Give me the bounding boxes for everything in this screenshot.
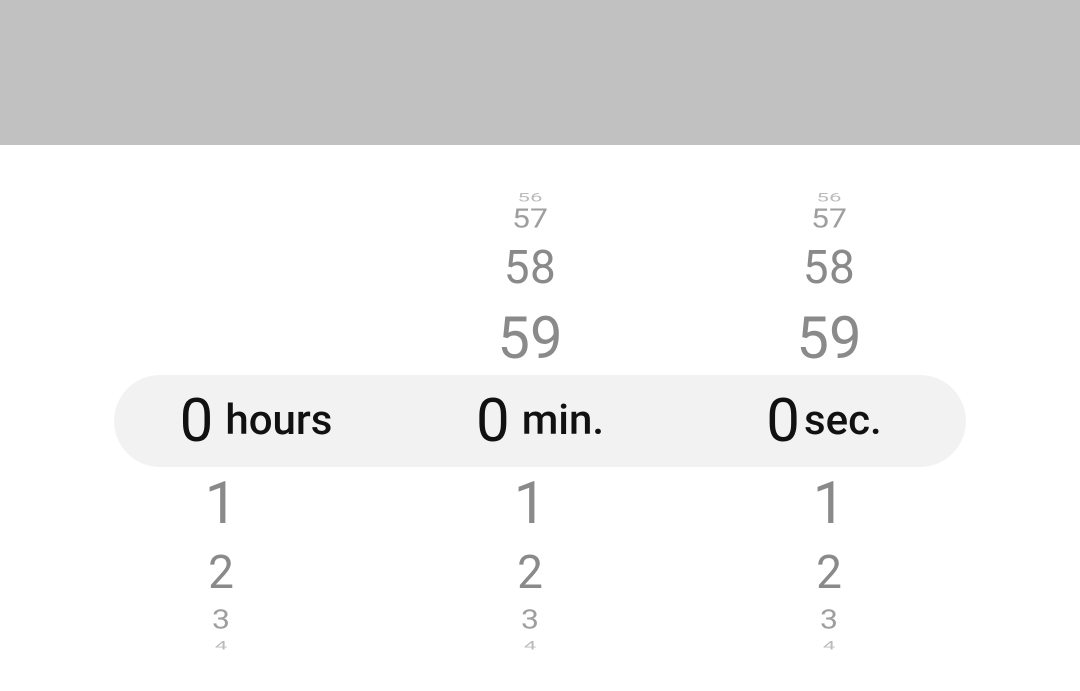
hours-selected[interactable]: 0 hours xyxy=(114,375,398,467)
picker-value: 1 xyxy=(161,475,281,533)
picker-value: 1 xyxy=(769,475,889,533)
picker-value: 3 xyxy=(470,605,590,632)
picker-value: 57 xyxy=(769,204,889,231)
seconds-label: sec. xyxy=(804,400,882,442)
picker-value: 3 xyxy=(769,605,889,632)
hours-label: hours xyxy=(225,400,332,442)
picker-value: 1 xyxy=(470,475,590,533)
picker-value: 58 xyxy=(470,245,590,291)
picker-value: 59 xyxy=(470,310,590,368)
time-picker: 1 2 3 4 56 57 58 59 1 2 3 4 56 57 58 59 … xyxy=(0,145,1080,691)
hours-value: 0 xyxy=(180,391,214,451)
picker-value: 2 xyxy=(470,550,590,596)
picker-value: 4 xyxy=(769,640,889,652)
minutes-selected[interactable]: 0 min. xyxy=(398,375,682,467)
minutes-label: min. xyxy=(522,400,604,442)
picker-value: 58 xyxy=(769,245,889,291)
picker-value: 57 xyxy=(470,204,590,231)
seconds-selected[interactable]: 0 sec. xyxy=(682,375,966,467)
seconds-value: 0 xyxy=(766,391,800,451)
picker-value: 2 xyxy=(161,550,281,596)
picker-value: 59 xyxy=(769,310,889,368)
selection-row: 0 hours 0 min. 0 sec. xyxy=(114,375,966,467)
picker-value: 4 xyxy=(161,640,281,652)
picker-value: 3 xyxy=(161,605,281,632)
picker-value: 2 xyxy=(769,550,889,596)
minutes-value: 0 xyxy=(476,391,510,451)
top-bar xyxy=(0,0,1080,145)
picker-value: 4 xyxy=(470,640,590,652)
